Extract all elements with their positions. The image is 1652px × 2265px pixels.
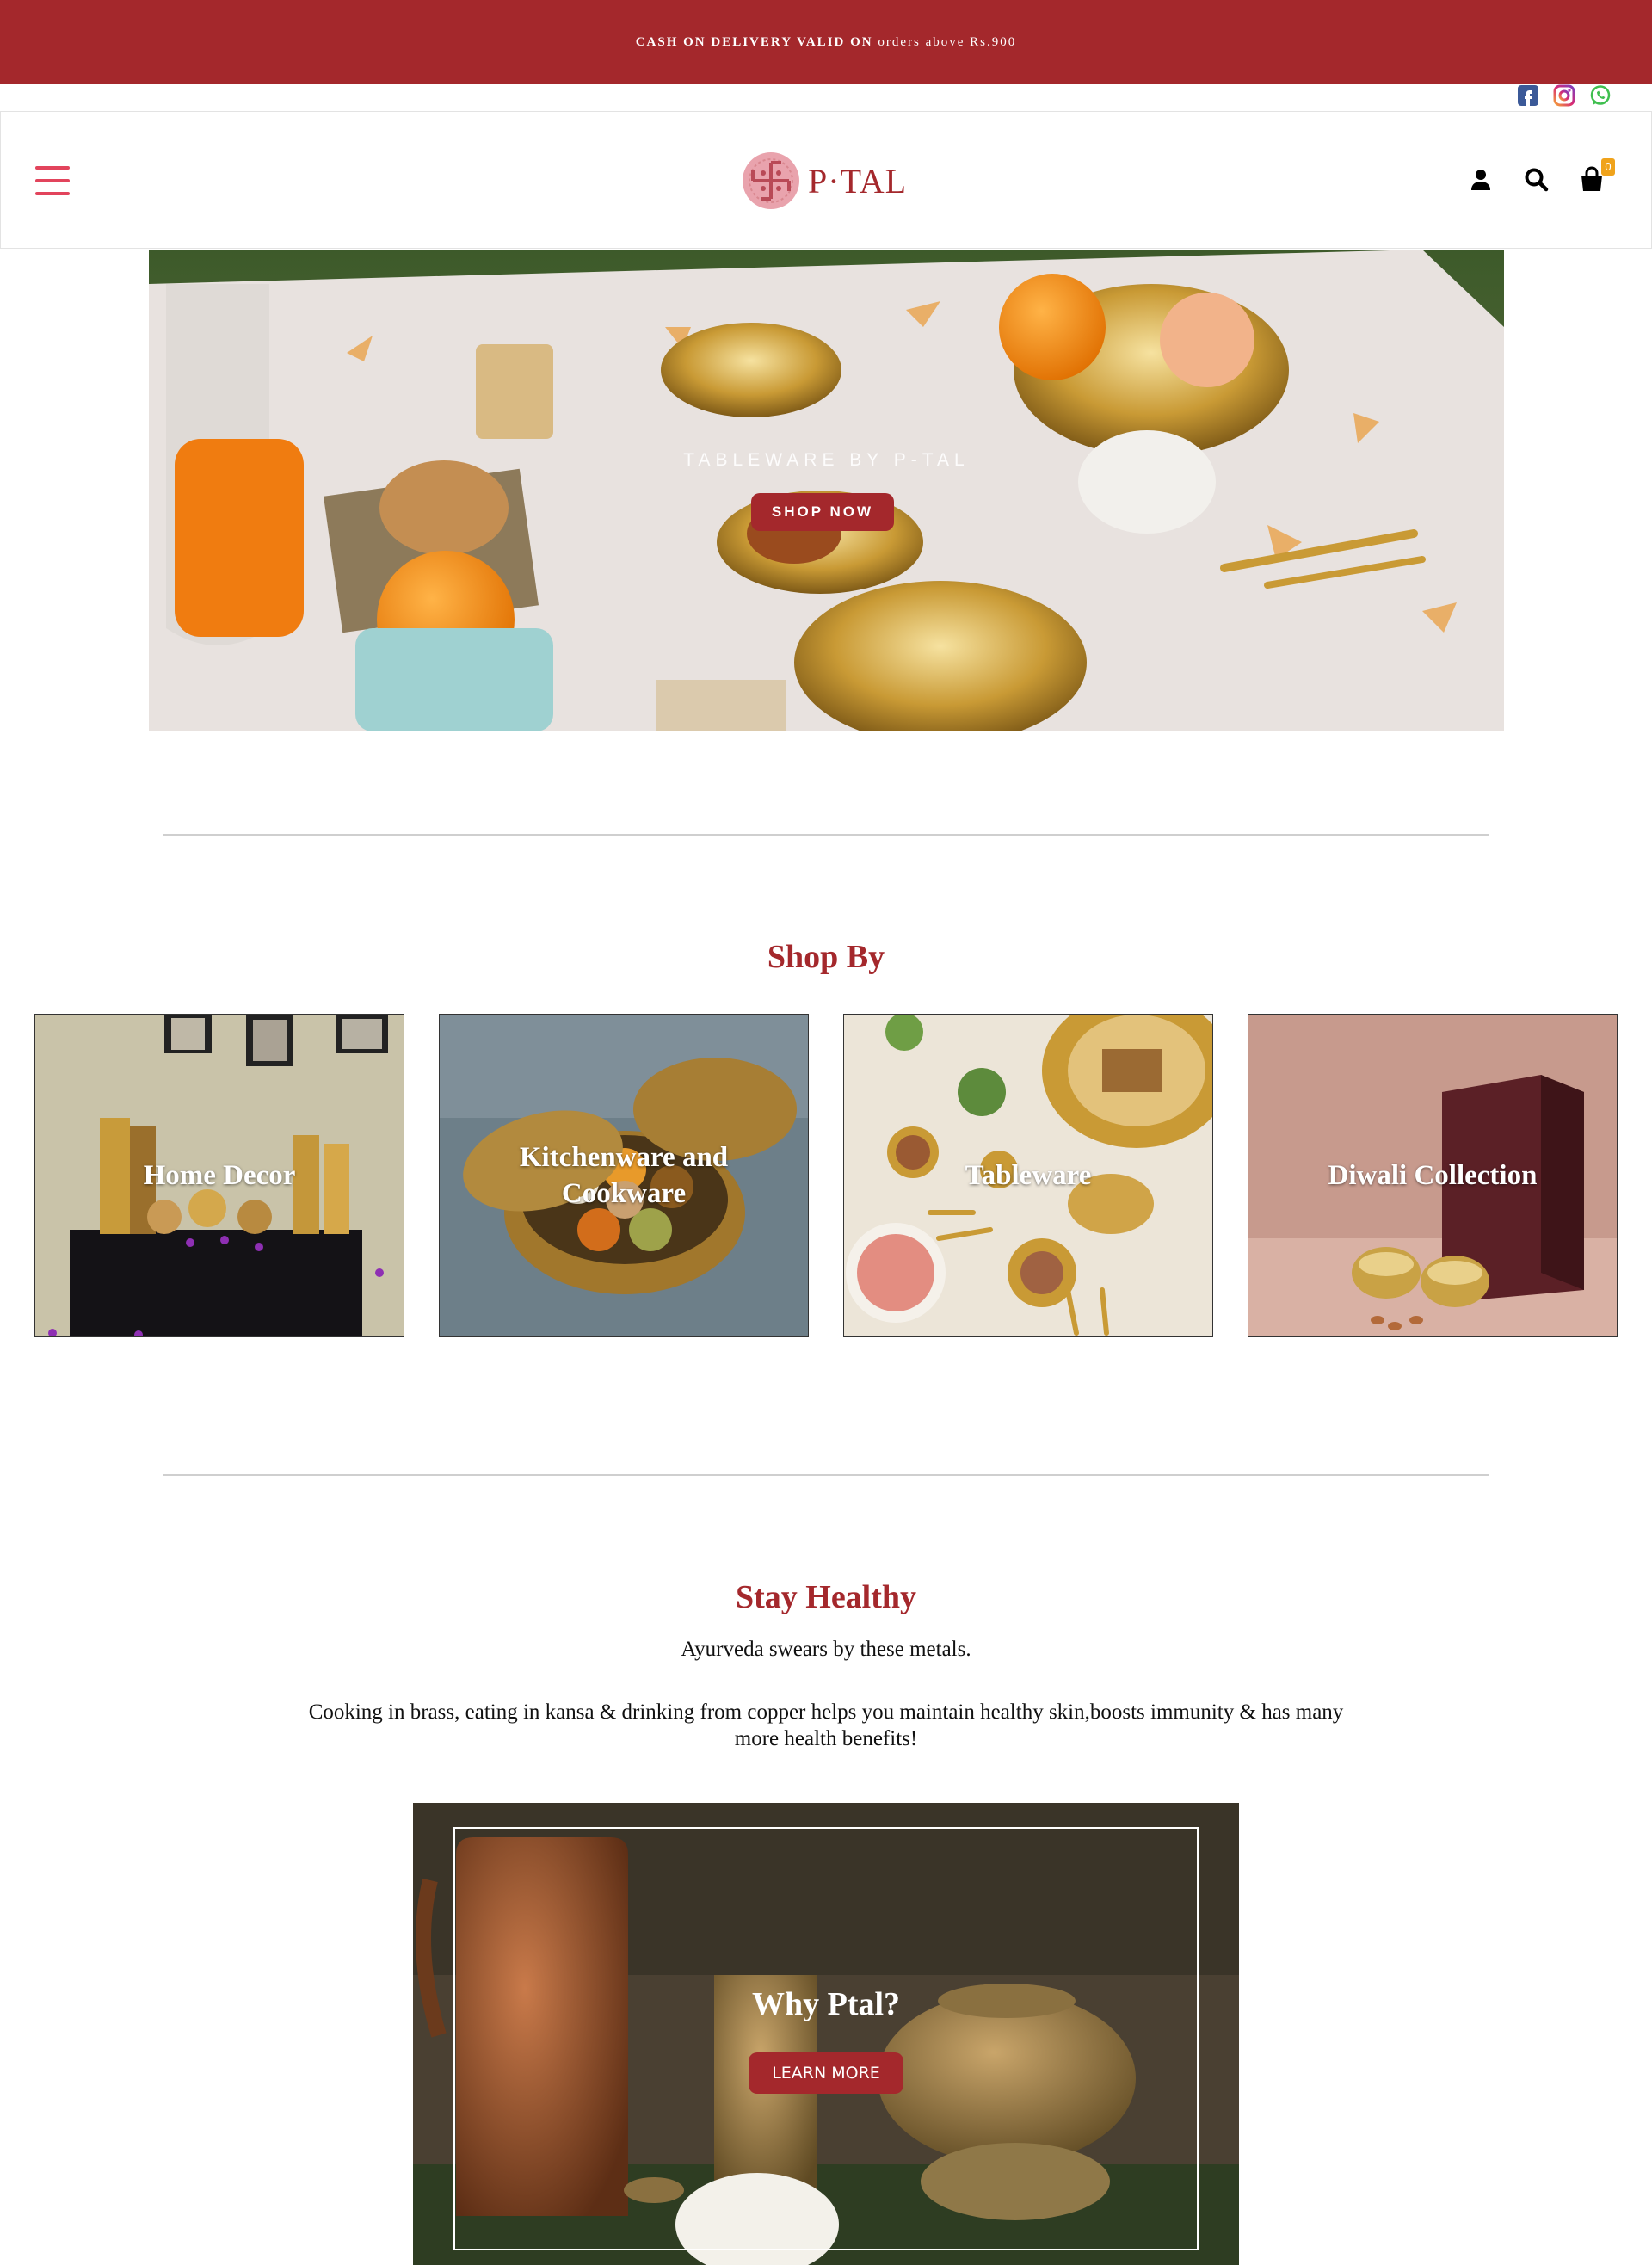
category-card-kitchenware[interactable]: Kitchenware and Cookware	[439, 1014, 809, 1337]
cart-count-badge: 0	[1601, 158, 1615, 176]
site-header: P·TAL 0	[0, 111, 1652, 249]
category-label: Home Decor	[143, 1160, 296, 1191]
announcement-regular-text: orders above Rs.900	[878, 34, 1017, 49]
category-card-diwali[interactable]: Diwali Collection	[1248, 1014, 1618, 1337]
instagram-icon[interactable]	[1553, 84, 1575, 107]
logo-emblem-icon	[743, 152, 799, 209]
why-ptal-title: Why Ptal?	[751, 1986, 901, 2022]
logo-text: P·TAL	[808, 161, 908, 201]
shop-now-button[interactable]: SHOP NOW	[751, 493, 894, 531]
learn-more-button[interactable]: LEARN MORE	[749, 2052, 903, 2094]
shop-by-title: Shop By	[767, 939, 885, 975]
announcement-bold-text: CASH ON DELIVERY VALID ON	[635, 34, 873, 49]
whatsapp-icon[interactable]	[1589, 84, 1612, 107]
facebook-icon[interactable]	[1517, 84, 1539, 107]
hero-banner[interactable]: TABLEWARE BY P-TAL SHOP NOW	[149, 250, 1504, 731]
menu-icon[interactable]	[35, 166, 70, 195]
hero-image	[149, 250, 1504, 731]
category-card-tableware[interactable]: Tableware	[843, 1014, 1213, 1337]
category-label: Diwali Collection	[1328, 1160, 1538, 1191]
account-icon[interactable]	[1466, 165, 1495, 194]
brand-logo[interactable]: P·TAL	[741, 146, 922, 215]
section-divider	[163, 834, 1489, 836]
category-label: Kitchenware and Cookware	[519, 1142, 729, 1209]
category-card-home-decor[interactable]: Home Decor	[34, 1014, 404, 1337]
why-ptal-banner[interactable]: Why Ptal? LEARN MORE	[413, 1803, 1239, 2265]
announcement-bar: CASH ON DELIVERY VALID ON orders above R…	[0, 0, 1652, 84]
decorative-frame	[453, 1827, 1199, 2250]
stay-healthy-subtitle: Ayurveda swears by these metals.	[681, 1638, 971, 1661]
cart-button[interactable]: 0	[1577, 158, 1615, 194]
category-label: Tableware	[965, 1160, 1092, 1191]
search-icon[interactable]	[1522, 165, 1551, 194]
stay-healthy-body: Cooking in brass, eating in kansa & drin…	[308, 1700, 1344, 1750]
stay-healthy-title: Stay Healthy	[735, 1579, 917, 1615]
hero-eyebrow: TABLEWARE BY P-TAL	[683, 450, 970, 470]
section-divider	[163, 1474, 1489, 1476]
